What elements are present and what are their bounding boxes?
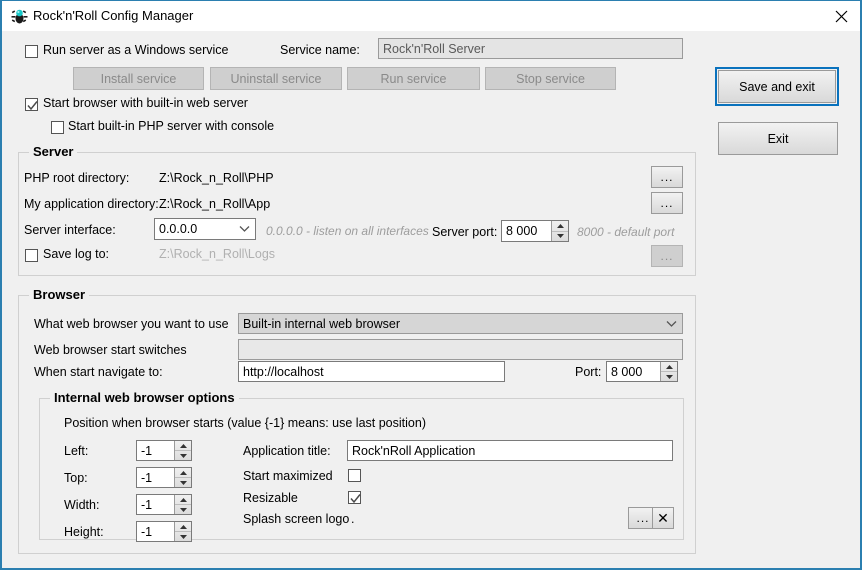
spin-up-icon[interactable] — [175, 441, 191, 450]
browser-group-title: Browser — [29, 287, 90, 302]
start-switches-input[interactable] — [238, 339, 683, 360]
save-and-exit-button[interactable]: Save and exit — [715, 67, 839, 106]
save-log-value: Z:\Rock_n_Roll\Logs — [159, 247, 276, 261]
browser-port-value: 8 000 — [611, 364, 643, 379]
service-name-input[interactable]: Rock'n'Roll Server — [378, 38, 683, 59]
spin-up-icon[interactable] — [175, 468, 191, 477]
navigate-input[interactable]: http://localhost — [238, 361, 505, 382]
splash-value: . — [351, 512, 355, 526]
width-stepper[interactable]: -1 — [136, 494, 192, 515]
start-php-console-checkbox[interactable] — [51, 121, 64, 134]
width-spin-buttons[interactable] — [174, 495, 191, 514]
start-maximized-label: Start maximized — [243, 469, 333, 483]
php-root-label: PHP root directory: — [24, 171, 130, 185]
service-name-label: Service name: — [280, 43, 360, 57]
navigate-value: http://localhost — [243, 364, 324, 379]
spin-down-icon[interactable] — [175, 531, 191, 541]
server-port-value: 8 000 — [506, 224, 538, 238]
server-interface-value: 0.0.0.0 — [159, 222, 198, 236]
stop-service-button[interactable]: Stop service — [485, 67, 616, 90]
app-dir-value: Z:\Rock_n_Roll\App — [159, 197, 271, 211]
navigate-label: When start navigate to: — [34, 365, 163, 379]
chevron-down-icon — [666, 317, 677, 331]
window-title: Rock'n'Roll Config Manager — [33, 8, 194, 23]
start-php-console-label: Start built-in PHP server with console — [68, 119, 275, 133]
app-dir-label: My application directory: — [24, 197, 159, 211]
start-browser-label: Start browser with built-in web server — [43, 96, 248, 110]
browser-port-spin-buttons[interactable] — [660, 362, 677, 381]
spin-down-icon[interactable] — [661, 371, 677, 381]
resizable-checkbox[interactable] — [348, 491, 361, 504]
left-label: Left: — [64, 444, 89, 458]
service-name-placeholder-text: Rock'n'Roll Server — [383, 41, 486, 56]
server-port-spin-buttons[interactable] — [551, 221, 568, 241]
browser-port-stepper[interactable]: 8 000 — [606, 361, 678, 382]
save-log-browse-button[interactable]: ... — [651, 245, 683, 267]
left-stepper[interactable]: -1 — [136, 440, 192, 461]
app-title-label: Application title: — [243, 444, 331, 458]
start-switches-label: Web browser start switches — [34, 343, 187, 357]
save-log-checkbox[interactable] — [25, 249, 38, 262]
spin-down-icon[interactable] — [175, 477, 191, 487]
app-dir-browse-button[interactable]: ... — [651, 192, 683, 214]
which-browser-select[interactable]: Built-in internal web browser — [238, 313, 683, 334]
resizable-label: Resizable — [243, 491, 298, 505]
top-stepper[interactable]: -1 — [136, 467, 192, 488]
run-service-button[interactable]: Run service — [347, 67, 480, 90]
close-icon[interactable] — [818, 1, 860, 31]
spin-up-icon[interactable] — [661, 362, 677, 371]
php-root-value: Z:\Rock_n_Roll\PHP — [159, 171, 274, 185]
install-service-button[interactable]: Install service — [73, 67, 204, 90]
top-label: Top: — [64, 471, 88, 485]
height-spin-buttons[interactable] — [174, 522, 191, 541]
start-browser-checkbox[interactable] — [25, 98, 38, 111]
spin-up-icon[interactable] — [175, 522, 191, 531]
spin-up-icon[interactable] — [552, 221, 568, 231]
server-interface-hint: 0.0.0.0 - listen on all interfaces — [266, 224, 429, 238]
uninstall-service-button[interactable]: Uninstall service — [210, 67, 342, 90]
width-value: -1 — [141, 497, 153, 512]
chevron-down-icon — [239, 222, 250, 236]
splash-label: Splash screen logo — [243, 512, 350, 526]
server-interface-label: Server interface: — [24, 223, 116, 237]
width-label: Width: — [64, 498, 100, 512]
server-port-label: Server port: — [432, 225, 498, 239]
left-value: -1 — [141, 443, 153, 458]
bug-icon — [11, 8, 28, 25]
config-manager-window: Rock'n'Roll Config Manager Run server as… — [0, 0, 862, 570]
internal-options-group-title: Internal web browser options — [50, 390, 239, 405]
spin-down-icon[interactable] — [175, 504, 191, 514]
app-title-input[interactable]: Rock'nRoll Application — [347, 440, 673, 461]
server-port-hint: 8000 - default port — [577, 225, 675, 239]
app-title-value: Rock'nRoll Application — [352, 443, 476, 458]
spin-down-icon[interactable] — [552, 230, 568, 242]
title-bar: Rock'n'Roll Config Manager — [2, 0, 860, 31]
top-spin-buttons[interactable] — [174, 468, 191, 487]
server-group-title: Server — [29, 144, 78, 159]
spin-up-icon[interactable] — [175, 495, 191, 504]
php-root-browse-button[interactable]: ... — [651, 166, 683, 188]
server-interface-select[interactable]: 0.0.0.0 — [154, 218, 256, 240]
which-browser-value: Built-in internal web browser — [243, 316, 401, 331]
spin-down-icon[interactable] — [175, 450, 191, 460]
which-browser-label: What web browser you want to use — [34, 317, 229, 331]
height-value: -1 — [141, 524, 153, 539]
run-as-service-checkbox[interactable] — [25, 45, 38, 58]
start-maximized-checkbox[interactable] — [348, 469, 361, 482]
height-stepper[interactable]: -1 — [136, 521, 192, 542]
run-as-service-label: Run server as a Windows service — [43, 43, 229, 57]
splash-clear-button[interactable]: ✕ — [652, 507, 674, 529]
browser-port-label: Port: — [575, 365, 602, 379]
height-label: Height: — [64, 525, 104, 539]
left-spin-buttons[interactable] — [174, 441, 191, 460]
exit-button[interactable]: Exit — [718, 122, 838, 155]
position-note: Position when browser starts (value {-1}… — [64, 416, 426, 430]
save-log-label: Save log to: — [43, 247, 110, 261]
top-value: -1 — [141, 470, 153, 485]
server-port-stepper[interactable]: 8 000 — [501, 220, 569, 242]
